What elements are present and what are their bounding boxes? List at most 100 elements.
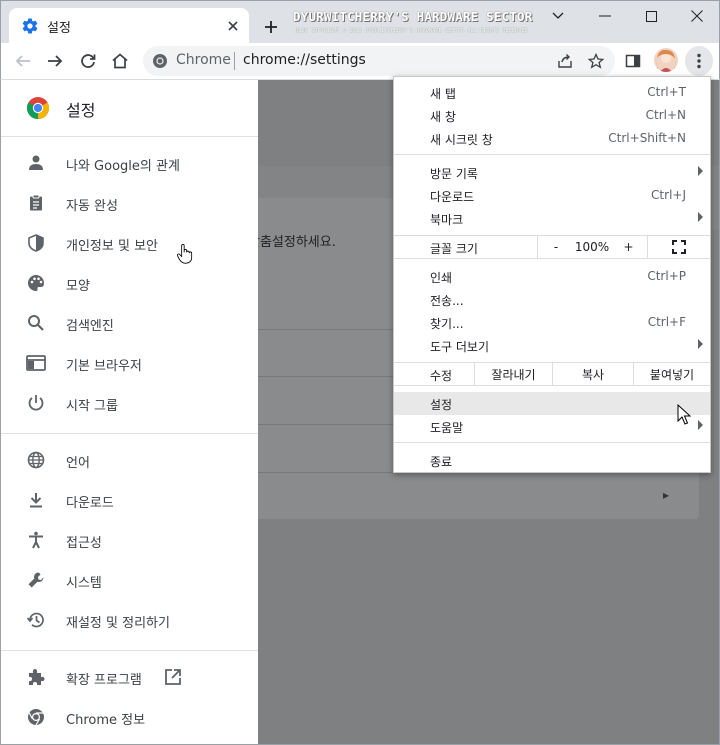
- nav-item-downloads[interactable]: 다운로드: [1, 481, 258, 521]
- menu-zoom-row: 글꼴 크기 - 100% +: [394, 236, 710, 258]
- menu-item-downloads[interactable]: 다운로드 Ctrl+J: [394, 184, 710, 207]
- menu-edit-row: 수정 잘라내기 복사 붙여넣기: [394, 363, 710, 385]
- nav-item-extensions[interactable]: 확장 프로그램: [1, 658, 258, 698]
- menu-separator: [394, 154, 710, 155]
- menu-item-settings[interactable]: 설정: [394, 392, 710, 415]
- tab-close-button[interactable]: [223, 16, 243, 36]
- home-button[interactable]: [108, 49, 132, 73]
- menu-shortcut: Ctrl+N: [645, 108, 686, 122]
- menu-label: 찾기...: [430, 317, 464, 331]
- maximize-icon: [645, 10, 657, 22]
- copy-button[interactable]: 복사: [552, 363, 633, 385]
- menu-item-exit[interactable]: 종료: [394, 449, 710, 472]
- menu-label: 설정: [430, 398, 453, 412]
- menu-item-more-tools[interactable]: 도구 더보기: [394, 334, 710, 357]
- nav-label: 확장 프로그램: [66, 673, 142, 688]
- nav-item-you-and-google[interactable]: 나와 Google의 관계: [1, 144, 258, 184]
- nav-item-default-browser[interactable]: 기본 브라우저: [1, 344, 258, 384]
- side-panel-button[interactable]: [621, 49, 645, 73]
- nav-item-autofill[interactable]: 자동 완성: [1, 184, 258, 224]
- menu-item-cast[interactable]: 전송...: [394, 288, 710, 311]
- back-button[interactable]: [11, 49, 35, 73]
- tab-search-button[interactable]: [535, 1, 581, 31]
- menu-label: 새 시크릿 창: [430, 133, 493, 147]
- menu-item-bookmarks[interactable]: 북마크: [394, 207, 710, 230]
- chrome-logo-icon: [26, 97, 50, 120]
- menu-item-print[interactable]: 인쇄 Ctrl+P: [394, 265, 710, 288]
- arrow-left-icon: [15, 55, 30, 67]
- nav-label: 시작 그룹: [66, 399, 118, 414]
- nav-item-appearance[interactable]: 모양: [1, 264, 258, 304]
- reload-icon: [81, 54, 96, 68]
- menu-label: 전송...: [430, 294, 464, 308]
- forward-button[interactable]: [43, 49, 67, 73]
- person-icon: [25, 152, 47, 174]
- drawer-title: 설정: [66, 101, 96, 120]
- open-in-new-icon: [165, 669, 181, 685]
- nav-label: 자동 완성: [66, 199, 118, 214]
- paste-button[interactable]: 붙여넣기: [633, 363, 710, 385]
- browser-window-icon: [25, 352, 47, 374]
- close-icon: [691, 10, 703, 22]
- star-icon: [588, 53, 604, 69]
- menu-label: 수정: [430, 369, 453, 383]
- nav-item-system[interactable]: 시스템: [1, 561, 258, 601]
- menu-label: 다운로드: [430, 190, 475, 204]
- menu-separator: [394, 258, 710, 259]
- menu-separator: [394, 385, 710, 386]
- menu-label: 글꼴 크기: [430, 242, 478, 256]
- chevron-down-icon: [552, 12, 564, 19]
- share-button[interactable]: [555, 51, 575, 71]
- nav-item-on-startup[interactable]: 시작 그룹: [1, 384, 258, 424]
- drawer-divider: [1, 433, 258, 434]
- nav-label: 다운로드: [66, 496, 114, 511]
- accessibility-icon: [25, 529, 47, 551]
- menu-item-help[interactable]: 도움말: [394, 415, 710, 438]
- fullscreen-icon: [672, 240, 686, 254]
- menu-item-new-tab[interactable]: 새 탭 Ctrl+T: [394, 81, 710, 104]
- menu-item-find[interactable]: 찾기... Ctrl+F: [394, 311, 710, 334]
- nav-label: 기본 브라우저: [66, 359, 142, 374]
- nav-label: 재설정 및 정리하기: [66, 616, 170, 631]
- minimize-button[interactable]: [582, 1, 628, 31]
- zoom-out-button[interactable]: -: [537, 236, 574, 258]
- address-bar[interactable]: Chrome chrome://settings: [143, 46, 615, 76]
- menu-separator: [394, 442, 710, 443]
- nav-item-accessibility[interactable]: 접근성: [1, 521, 258, 561]
- tab-settings[interactable]: 설정: [9, 8, 249, 45]
- maximize-button[interactable]: [628, 1, 674, 31]
- zoom-in-button[interactable]: +: [610, 236, 647, 258]
- menu-item-new-window[interactable]: 새 창 Ctrl+N: [394, 104, 710, 127]
- window-close-button[interactable]: [674, 1, 720, 31]
- nav-item-privacy-security[interactable]: 개인정보 및 보안: [1, 224, 258, 264]
- avatar-icon: [654, 48, 678, 72]
- menu-item-history[interactable]: 방문 기록: [394, 161, 710, 184]
- drawer-divider: [1, 650, 258, 651]
- fullscreen-button[interactable]: [647, 236, 710, 258]
- menu-item-new-incognito[interactable]: 새 시크릿 창 Ctrl+Shift+N: [394, 127, 710, 150]
- menu-shortcut: Ctrl+J: [651, 188, 686, 202]
- url-text[interactable]: chrome://settings: [243, 52, 366, 68]
- nav-item-search-engine[interactable]: 검색엔진: [1, 304, 258, 344]
- menu-label: 인쇄: [430, 271, 453, 285]
- menu-shortcut: Ctrl+T: [647, 85, 686, 99]
- nav-item-reset-cleanup[interactable]: 재설정 및 정리하기: [1, 601, 258, 641]
- shield-icon: [25, 232, 47, 254]
- tab-title: 설정: [47, 21, 71, 36]
- wrench-icon: [25, 569, 47, 591]
- kebab-menu-icon: [697, 53, 701, 69]
- nav-item-about-chrome[interactable]: Chrome 정보: [1, 698, 258, 738]
- gear-icon: [22, 18, 38, 34]
- bookmark-star-button[interactable]: [586, 51, 606, 71]
- menu-label: 도움말: [430, 421, 464, 435]
- chrome-logo-icon: [25, 706, 47, 728]
- puzzle-icon: [25, 666, 47, 688]
- nav-item-languages[interactable]: 언어: [1, 441, 258, 481]
- nav-label: 시스템: [66, 576, 102, 591]
- cut-button[interactable]: 잘라내기: [474, 363, 552, 385]
- reload-button[interactable]: [76, 49, 100, 73]
- chrome-menu-button[interactable]: [685, 46, 713, 76]
- site-label: Chrome: [176, 52, 231, 68]
- new-tab-button[interactable]: [259, 15, 283, 39]
- profile-avatar[interactable]: [654, 48, 678, 72]
